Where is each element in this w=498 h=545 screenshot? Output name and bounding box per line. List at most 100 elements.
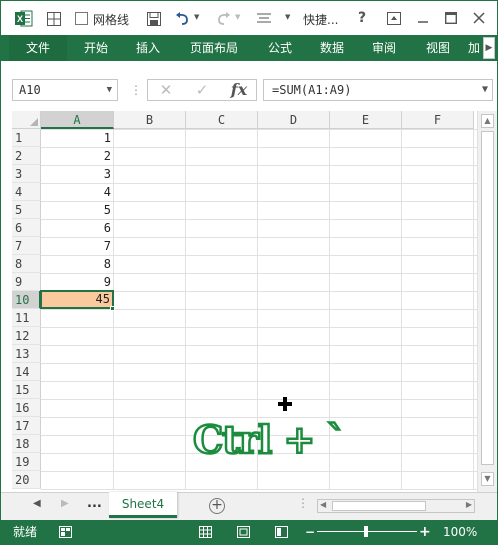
- sheet-tab-sheet4[interactable]: Sheet4: [109, 492, 177, 518]
- minimize-icon[interactable]: [417, 12, 429, 24]
- confirm-entry-icon[interactable]: ✓: [190, 80, 214, 100]
- tab-insert[interactable]: 插入: [125, 35, 171, 61]
- scroll-down-icon[interactable]: ▼: [481, 472, 494, 486]
- formula-text: =SUM(A1:A9): [272, 83, 352, 97]
- row-header-9[interactable]: 9: [12, 273, 41, 291]
- gridlines-checkbox[interactable]: [75, 12, 88, 25]
- zoom-in-button[interactable]: +: [419, 520, 431, 544]
- cell-a9[interactable]: 9: [41, 273, 114, 291]
- select-all-corner[interactable]: [12, 111, 41, 129]
- excel-icon: X: [15, 10, 33, 27]
- tab-overflow[interactable]: 加: [467, 35, 481, 61]
- row-header-14[interactable]: 14: [12, 363, 41, 381]
- tab-data[interactable]: 数据: [309, 35, 355, 61]
- row-header-11[interactable]: 11: [12, 309, 41, 327]
- sheet-ellipsis[interactable]: ...: [87, 496, 102, 511]
- redo-icon[interactable]: [215, 12, 231, 26]
- page-layout-view-icon[interactable]: [237, 526, 250, 538]
- cell-a2[interactable]: 2: [41, 147, 114, 165]
- formula-expand-icon[interactable]: ▼: [482, 80, 488, 100]
- row-header-3[interactable]: 3: [12, 165, 41, 183]
- restore-icon[interactable]: [445, 12, 457, 24]
- sheet-prev-icon[interactable]: ◀: [33, 498, 41, 509]
- zoom-out-button[interactable]: −: [305, 520, 315, 544]
- column-header-c[interactable]: C: [186, 111, 258, 129]
- name-box-value: A10: [19, 83, 41, 97]
- save-icon[interactable]: [147, 12, 161, 26]
- sheet-next-icon[interactable]: ▶: [61, 498, 69, 509]
- cell-a4[interactable]: 4: [41, 183, 114, 201]
- column-header-a[interactable]: A: [41, 111, 114, 129]
- border-icon[interactable]: [47, 12, 61, 26]
- name-box[interactable]: A10 ▼: [12, 79, 118, 101]
- tab-view[interactable]: 视图: [415, 35, 461, 61]
- row-header-18[interactable]: 18: [12, 435, 41, 453]
- row-header-10[interactable]: 10: [12, 291, 41, 309]
- help-icon[interactable]: ?: [358, 10, 366, 26]
- zoom-level[interactable]: 100%: [443, 520, 477, 544]
- cell-cursor-icon: [278, 397, 292, 411]
- insert-function-icon[interactable]: fx: [226, 80, 252, 100]
- cancel-entry-icon[interactable]: ✕: [154, 80, 178, 100]
- cell-a3[interactable]: 3: [41, 165, 114, 183]
- formula-input[interactable]: =SUM(A1:A9) ▼: [263, 79, 493, 101]
- page-break-view-icon[interactable]: [275, 526, 288, 538]
- horizontal-scroll-thumb[interactable]: [332, 501, 426, 511]
- row-header-15[interactable]: 15: [12, 381, 41, 399]
- cell-a1[interactable]: 1: [41, 129, 114, 147]
- vertical-scroll-thumb[interactable]: [481, 131, 494, 465]
- cell-a8[interactable]: 8: [41, 255, 114, 273]
- title-bar: X 网格线 ▼ ▼ ▼ 快捷... ?: [1, 1, 497, 35]
- align-icon[interactable]: [257, 13, 271, 25]
- column-header-f[interactable]: F: [402, 111, 474, 129]
- row-header-20[interactable]: 20: [12, 471, 41, 489]
- name-box-dropdown-icon[interactable]: ▼: [107, 80, 112, 100]
- column-header-e[interactable]: E: [330, 111, 402, 129]
- undo-icon[interactable]: [175, 12, 191, 26]
- cell-a6[interactable]: 6: [41, 219, 114, 237]
- tab-file[interactable]: 文件: [9, 35, 67, 61]
- close-icon[interactable]: [473, 12, 485, 24]
- normal-view-icon[interactable]: [199, 526, 212, 538]
- redo-dropdown-icon[interactable]: ▼: [235, 13, 240, 21]
- row-header-19[interactable]: 19: [12, 453, 41, 471]
- undo-dropdown-icon[interactable]: ▼: [194, 13, 199, 21]
- row-header-1[interactable]: 1: [12, 129, 41, 147]
- qat-dropdown-icon[interactable]: ▼: [285, 13, 290, 21]
- shortcut-overlay-text: Ctrl + `: [192, 417, 347, 462]
- macro-record-icon[interactable]: [59, 526, 72, 538]
- tab-review[interactable]: 审阅: [361, 35, 407, 61]
- column-header-b[interactable]: B: [114, 111, 186, 129]
- tab-formulas[interactable]: 公式: [257, 35, 303, 61]
- zoom-slider-thumb[interactable]: [364, 526, 368, 537]
- ribbon-scroll-right-icon[interactable]: ▶: [483, 37, 495, 59]
- row-header-12[interactable]: 12: [12, 327, 41, 345]
- active-cell-a10[interactable]: 45: [40, 290, 114, 309]
- status-bar: 就绪 − + 100%: [1, 520, 497, 544]
- row-header-6[interactable]: 6: [12, 219, 41, 237]
- row-header-16[interactable]: 16: [12, 399, 41, 417]
- column-header-d[interactable]: D: [258, 111, 330, 129]
- cell-a7[interactable]: 7: [41, 237, 114, 255]
- row-header-17[interactable]: 17: [12, 417, 41, 435]
- ribbon-display-icon[interactable]: [387, 12, 401, 25]
- cell-a5[interactable]: 5: [41, 201, 114, 219]
- tab-splitter-icon[interactable]: ⋮: [297, 496, 309, 510]
- scroll-left-icon[interactable]: ◀: [320, 500, 326, 509]
- formula-bar: A10 ▼ ⋮ ✕ ✓ fx =SUM(A1:A9) ▼: [1, 77, 497, 103]
- row-header-2[interactable]: 2: [12, 147, 41, 165]
- row-header-4[interactable]: 4: [12, 183, 41, 201]
- horizontal-scrollbar[interactable]: ◀ ▶: [317, 499, 475, 513]
- row-header-5[interactable]: 5: [12, 201, 41, 219]
- scroll-right-icon[interactable]: ▶: [466, 500, 472, 509]
- scroll-up-icon[interactable]: ▲: [481, 114, 494, 128]
- tab-page-layout[interactable]: 页面布局: [181, 35, 247, 61]
- fill-handle[interactable]: [110, 306, 115, 311]
- row-header-13[interactable]: 13: [12, 345, 41, 363]
- add-sheet-icon[interactable]: +: [209, 498, 225, 514]
- row-header-7[interactable]: 7: [12, 237, 41, 255]
- sheet-tab-bar: ◀ ▶ ... Sheet4 + ⋮ ◀ ▶: [1, 492, 497, 520]
- vertical-scrollbar[interactable]: ▲ ▼: [477, 111, 497, 492]
- row-header-8[interactable]: 8: [12, 255, 41, 273]
- tab-home[interactable]: 开始: [73, 35, 119, 61]
